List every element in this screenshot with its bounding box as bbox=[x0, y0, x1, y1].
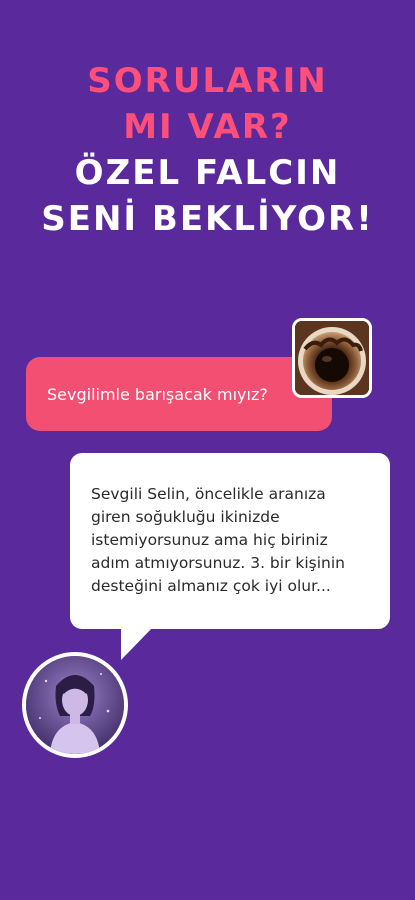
headline-line-1: SORULARIN bbox=[87, 61, 328, 101]
reply-line: adım atmıyorsunuz. 3. bir kişinin bbox=[91, 554, 345, 572]
fortune-teller-icon bbox=[26, 656, 124, 754]
user-message-text: Sevgilimle barışacak mıyız? bbox=[47, 384, 268, 404]
reply-line: istemiyorsunuz ama hiç biriniz bbox=[91, 531, 328, 549]
reply-line: giren soğukluğu ikinizde bbox=[91, 508, 280, 526]
reply-message-bubble: Sevgili Selin, öncelikle aranıza giren s… bbox=[70, 453, 390, 629]
user-message-bubble: Sevgilimle barışacak mıyız? bbox=[26, 357, 332, 431]
reply-line: Sevgili Selin, öncelikle aranıza bbox=[91, 485, 326, 503]
fortune-teller-avatar bbox=[22, 652, 128, 758]
headline: SORULARIN MI VAR? ÖZEL FALCIN SENİ BEKLİ… bbox=[0, 58, 415, 242]
headline-line-2: MI VAR? bbox=[123, 107, 292, 147]
headline-line-3: ÖZEL FALCIN bbox=[74, 153, 341, 193]
coffee-cup-image bbox=[292, 318, 372, 398]
reply-bubble-tail bbox=[121, 627, 153, 660]
coffee-cup-icon bbox=[295, 321, 369, 395]
reply-line: desteğini almanız çok iyi olur... bbox=[91, 577, 331, 595]
headline-line-4: SENİ BEKLİYOR! bbox=[41, 199, 374, 239]
